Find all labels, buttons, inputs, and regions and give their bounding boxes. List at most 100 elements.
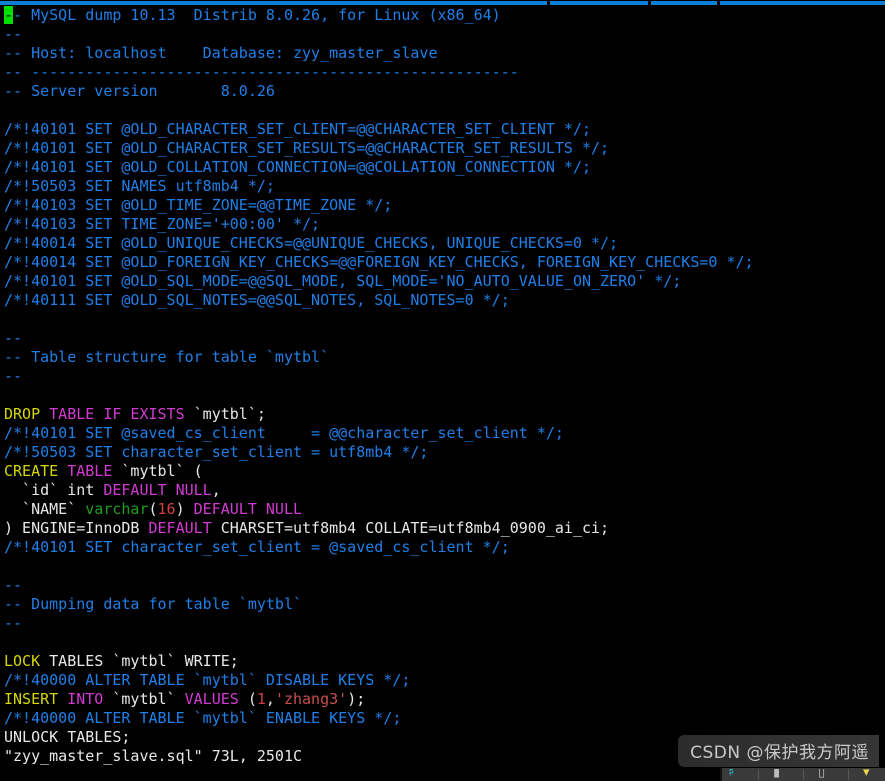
window-tab-0[interactable] — [0, 1, 547, 5]
code-token: /*!50503 SET character_set_client = utf8… — [4, 443, 429, 461]
code-token: /*!40000 ALTER TABLE `mytbl` DISABLE KEY… — [4, 671, 411, 689]
desktop-taskbar[interactable]: ♯ ▮ ▯ ▾ — [0, 768, 885, 781]
code-token: -- Dumping data for table `mytbl` — [4, 595, 303, 613]
code-line: /*!40111 SET @OLD_SQL_NOTES=@@SQL_NOTES,… — [0, 291, 885, 310]
code-line: UNLOCK TABLES; — [0, 728, 885, 747]
code-line: /*!40103 SET TIME_ZONE='+00:00' */; — [0, 215, 885, 234]
code-token: -- — [4, 367, 23, 385]
code-token: UNLOCK TABLES; — [4, 728, 131, 746]
code-token: DEFAULT — [148, 519, 212, 537]
code-line: -- Table structure for table `mytbl` — [0, 348, 885, 367]
app-icon-2[interactable]: ▯ — [818, 769, 834, 781]
code-token: CREATE — [4, 462, 59, 480]
code-token: DROP — [4, 405, 41, 423]
app-icon-3-glyph: ▾ — [863, 768, 870, 780]
code-token: /*!40101 SET @saved_cs_client = @@charac… — [4, 424, 564, 442]
app-icon-1[interactable]: ▮ — [773, 769, 789, 781]
code-token: /*!40103 SET TIME_ZONE='+00:00' */; — [4, 215, 321, 233]
code-token: "zyy_master_slave.sql" 73L, 2501C — [4, 747, 303, 765]
code-token: `mytbl`; — [184, 405, 266, 423]
code-line: CREATE TABLE `mytbl` ( — [0, 462, 885, 481]
code-line: -- — [0, 25, 885, 44]
code-token: /*!40101 SET @OLD_CHARACTER_SET_RESULTS=… — [4, 139, 610, 157]
code-token: /*!40101 SET @OLD_SQL_MODE=@@SQL_MODE, S… — [4, 272, 682, 290]
terminal-vim-buffer[interactable]: -- MySQL dump 10.13 Distrib 8.0.26, for … — [0, 6, 885, 768]
code-token: -- — [4, 576, 23, 594]
app-icon-2-glyph: ▯ — [818, 768, 826, 780]
code-token: -- Server version 8.0.26 — [4, 82, 275, 100]
code-token: -- — [4, 614, 23, 632]
code-token: varchar — [85, 500, 149, 518]
code-token: /*!50503 SET NAMES utf8mb4 */; — [4, 177, 275, 195]
code-line: /*!40101 SET @OLD_SQL_MODE=@@SQL_MODE, S… — [0, 272, 885, 291]
code-token: DEFAULT NULL — [193, 500, 303, 518]
code-token: -- — [4, 329, 23, 347]
code-token: -- Host: localhost Database: zyy_master_… — [4, 44, 438, 62]
code-line: /*!40014 SET @OLD_FOREIGN_KEY_CHECKS=@@F… — [0, 253, 885, 272]
code-line: -- — [0, 576, 885, 595]
code-line: INSERT INTO `mytbl` VALUES (1,'zhang3'); — [0, 690, 885, 709]
network-icon-glyph: ♯ — [728, 768, 735, 780]
code-token: /*!40111 SET @OLD_SQL_NOTES=@@SQL_NOTES,… — [4, 291, 510, 309]
window-tab-4[interactable] — [651, 1, 717, 5]
code-token: ( — [148, 500, 158, 518]
code-token: /*!40000 ALTER TABLE `mytbl` ENABLE KEYS… — [4, 709, 402, 727]
code-line: /*!40000 ALTER TABLE `mytbl` ENABLE KEYS… — [0, 709, 885, 728]
code-token: - MySQL dump 10.13 Distrib 8.0.26, for L… — [13, 6, 501, 24]
code-token: `mytbl` — [103, 690, 185, 708]
window-tab-2[interactable] — [550, 1, 648, 5]
taskbar-separator — [758, 769, 759, 780]
code-line: LOCK TABLES `mytbl` WRITE; — [0, 652, 885, 671]
code-token: /*!40101 SET @OLD_CHARACTER_SET_CLIENT=@… — [4, 120, 591, 138]
code-token: 16 — [157, 500, 176, 518]
code-line: /*!50503 SET character_set_client = utf8… — [0, 443, 885, 462]
code-token: /*!40101 SET character_set_client = @sav… — [4, 538, 510, 556]
code-line: /*!40101 SET character_set_client = @sav… — [0, 538, 885, 557]
code-line: /*!40101 SET @OLD_CHARACTER_SET_CLIENT=@… — [0, 120, 885, 139]
vim-status-line: "zyy_master_slave.sql" 73L, 2501C — [0, 747, 885, 766]
code-token: INSERT — [4, 690, 59, 708]
code-line: -- -------------------------------------… — [0, 63, 885, 82]
code-line: -- — [0, 367, 885, 386]
code-token: /*!40014 SET @OLD_UNIQUE_CHECKS=@@UNIQUE… — [4, 234, 619, 252]
taskbar-tray[interactable]: ♯ ▮ ▯ ▾ — [720, 768, 885, 781]
taskbar-separator — [848, 769, 849, 780]
code-token: -- Table structure for table `mytbl` — [4, 348, 330, 366]
code-token: `mytbl` ( — [112, 462, 203, 480]
code-token: VALUES — [184, 690, 239, 708]
code-line: -- Server version 8.0.26 — [0, 82, 885, 101]
code-line: /*!40000 ALTER TABLE `mytbl` DISABLE KEY… — [0, 671, 885, 690]
code-line: `NAME` varchar(16) DEFAULT NULL — [0, 500, 885, 519]
code-token: TABLES `mytbl` WRITE; — [40, 652, 239, 670]
code-token: /*!40014 SET @OLD_FOREIGN_KEY_CHECKS=@@F… — [4, 253, 754, 271]
code-line: /*!40103 SET @OLD_TIME_ZONE=@@TIME_ZONE … — [0, 196, 885, 215]
code-line: ) ENGINE=InnoDB DEFAULT CHARSET=utf8mb4 … — [0, 519, 885, 538]
code-token: TABLE IF EXISTS — [49, 405, 185, 423]
code-token: -- — [4, 25, 23, 43]
code-token: ) ENGINE=InnoDB — [4, 519, 149, 537]
code-token: /*!40101 SET @OLD_COLLATION_CONNECTION=@… — [4, 158, 591, 176]
code-token: ( — [238, 690, 257, 708]
code-token: DEFAULT NULL — [103, 481, 212, 499]
code-token: INTO — [67, 690, 104, 708]
code-token: LOCK — [4, 652, 41, 670]
network-icon[interactable]: ♯ — [728, 769, 744, 781]
window-tab-6[interactable] — [720, 1, 885, 5]
code-token: 1 — [256, 690, 266, 708]
app-icon-3[interactable]: ▾ — [863, 769, 879, 781]
code-line: DROP TABLE IF EXISTS `mytbl`; — [0, 405, 885, 424]
code-token: TABLE — [67, 462, 113, 480]
code-line: -- — [0, 329, 885, 348]
code-token: /*!40103 SET @OLD_TIME_ZONE=@@TIME_ZONE … — [4, 196, 393, 214]
code-line: -- MySQL dump 10.13 Distrib 8.0.26, for … — [0, 6, 885, 25]
code-line: /*!40101 SET @OLD_CHARACTER_SET_RESULTS=… — [0, 139, 885, 158]
taskbar-separator — [803, 769, 804, 780]
code-token: , — [265, 690, 275, 708]
app-icon-1-glyph: ▮ — [773, 768, 781, 780]
